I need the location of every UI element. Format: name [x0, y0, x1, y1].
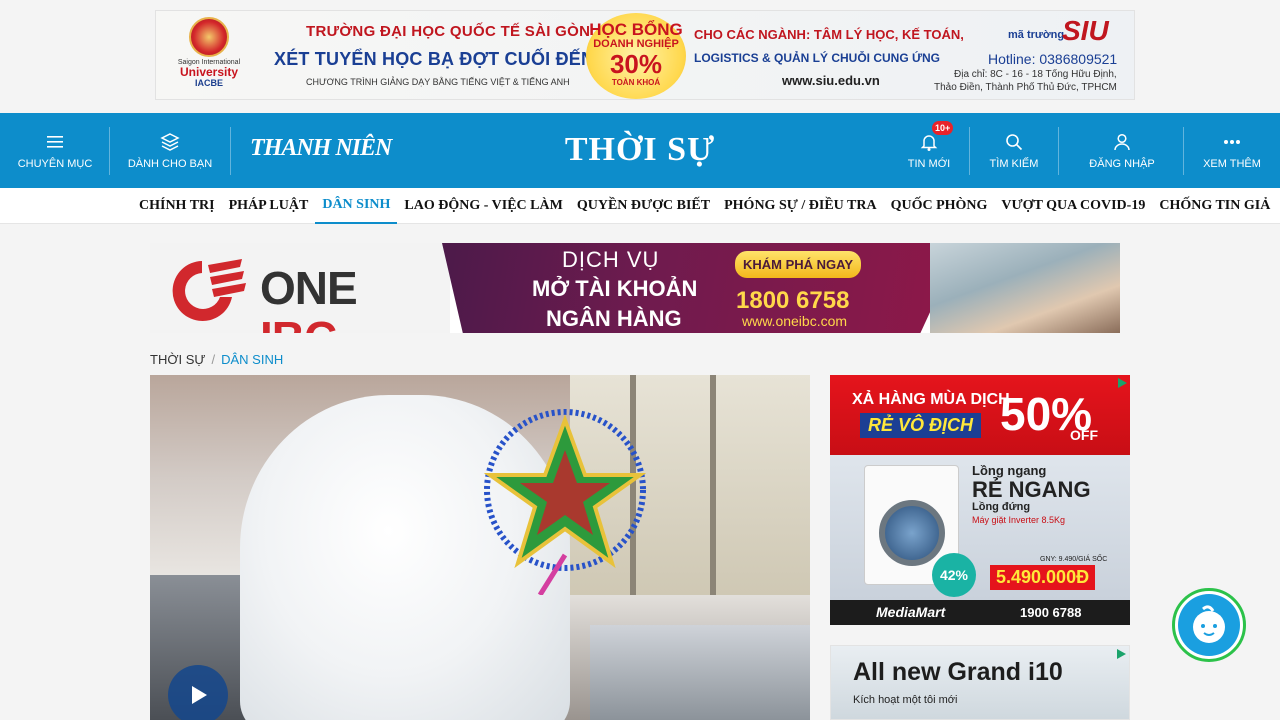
breadcrumb-current[interactable]: DÂN SINH	[221, 352, 283, 367]
photo-bed-right	[590, 625, 810, 720]
brand-ibc: IBC	[260, 312, 337, 333]
siu-logo-line3: IACBE	[194, 78, 223, 88]
scholarship-badge: HỌC BỔNG DOANH NGHIỆP 30% TOÀN KHOÁ	[586, 13, 686, 99]
ad2-line2: MỞ TÀI KHOẢN	[532, 276, 698, 301]
ra1-discount-badge: 42%	[932, 553, 976, 597]
login-button[interactable]: ĐĂNG NHẬP	[1080, 113, 1164, 188]
ad-majors-1: CHO CÁC NGÀNH: TÂM LÝ HỌC, KẾ TOÁN,	[694, 27, 964, 42]
more-dots-icon	[1224, 139, 1240, 144]
oneibc-logo-icon	[172, 259, 246, 321]
oneibc-wordmark: ONE IBC®	[260, 263, 450, 333]
adchoices-icon[interactable]	[1115, 648, 1127, 660]
scholar-line4: TOÀN KHOÁ	[611, 78, 661, 87]
chatbot-avatar	[1178, 594, 1240, 656]
registered-mark: ®	[336, 331, 345, 333]
subnav-item-covid[interactable]: VƯỢT QUA COVID-19	[994, 188, 1152, 224]
ra1-price: 5.490.000Đ	[990, 565, 1096, 590]
baby-face-icon	[1193, 605, 1225, 643]
ad2-line1: DỊCH VỤ	[562, 247, 660, 272]
ra1-line2: RẺ VÔ ĐỊCH	[860, 413, 982, 438]
ad-code: SIU	[1062, 15, 1109, 46]
mediamart-ad-footer: MediaMart 1900 6788	[830, 600, 1130, 625]
play-icon	[192, 686, 207, 704]
subnav-item-dan-sinh[interactable]: DÂN SINH	[315, 188, 398, 224]
mediamart-ad-middle: Lồng ngang RẺ NGANG Lồng đứng Máy giặt I…	[830, 455, 1130, 600]
ad-headline: TRƯỜNG ĐẠI HỌC QUỐC TẾ SÀI GÒN	[306, 23, 591, 40]
ad2-phone: 1800 6758	[736, 287, 850, 314]
news-button[interactable]: TIN MỚI 10+	[900, 113, 958, 188]
scholar-percent: 30%	[609, 49, 663, 79]
video-play-button[interactable]	[168, 665, 228, 720]
subnav-item-phap-luat[interactable]: PHÁP LUẬT	[222, 188, 316, 224]
ad-ma-truong: mã trường	[1008, 29, 1065, 41]
ad-majors-2: LOGISTICS & QUẢN LÝ CHUỖI CUNG ỨNG	[694, 51, 940, 65]
subnav-item-chinh-tri[interactable]: CHÍNH TRỊ	[132, 188, 222, 224]
ad2-photo	[930, 243, 1120, 333]
login-label: ĐĂNG NHẬP	[1089, 157, 1155, 170]
ad2-line3: NGÂN HÀNG	[546, 306, 682, 331]
breadcrumb-parent[interactable]: THỜI SỰ	[150, 352, 205, 367]
ra1-line1: XẢ HÀNG MÙA DỊCH	[852, 391, 1010, 408]
main-header: CHUYÊN MỤC DÀNH CHO BẠN THANH NIÊN THỜI …	[0, 113, 1280, 188]
ra1-off: OFF	[1070, 427, 1098, 443]
subnav-item-phong-su[interactable]: PHÓNG SỰ / ĐIỀU TRA	[717, 188, 883, 224]
ad-address-2: Thảo Điền, Thành Phố Thủ Đức, TPHCM	[934, 82, 1117, 93]
ra2-subtitle: Kích hoạt một tôi mới	[853, 694, 958, 706]
mediamart-ad-top: XẢ HÀNG MÙA DỊCH RẺ VÔ ĐỊCH 50% OFF	[830, 375, 1130, 455]
ad2-website: www.oneibc.com	[742, 313, 848, 329]
breadcrumb-separator: /	[211, 352, 216, 367]
user-icon	[1114, 133, 1130, 150]
header-divider	[969, 127, 970, 175]
search-button[interactable]: TÌM KIẾM	[982, 113, 1046, 188]
subnav-item-lao-dong[interactable]: LAO ĐỘNG - VIỆC LÀM	[397, 188, 569, 224]
top-ad-area: Saigon International University IACBE TR…	[0, 0, 1280, 113]
chatbot-button[interactable]	[1172, 588, 1246, 662]
header-divider	[1058, 127, 1059, 175]
ra2-title: All new Grand i10	[853, 658, 1063, 686]
category-subnav: CHÍNH TRỊ PHÁP LUẬT DÂN SINH LAO ĐỘNG - …	[0, 188, 1280, 224]
ad-website: www.siu.edu.vn	[782, 73, 880, 88]
news-label: TIN MỚI	[907, 157, 951, 170]
oneibc-banner-ad[interactable]: ONE IBC® DỊCH VỤ MỞ TÀI KHOẢN NGÂN HÀNG …	[150, 243, 1120, 333]
mediamart-logo: MediaMart	[876, 604, 946, 620]
ra1-product-2: RẺ NGANG	[972, 477, 1091, 502]
siu-logo: Saigon International University IACBE	[164, 17, 254, 95]
ra1-gny: GNY: 9.490/GIÁ SỐC	[1040, 556, 1108, 563]
adchoices-icon[interactable]	[1116, 377, 1128, 389]
subnav-item-quyen-duoc-biet[interactable]: QUYỀN ĐƯỢC BIẾT	[570, 188, 717, 224]
article-hero-photo[interactable]	[150, 375, 810, 720]
more-button[interactable]: XEM THÊM	[1198, 113, 1266, 188]
siu-logo-line2: University	[179, 65, 239, 79]
siu-banner-ad[interactable]: Saigon International University IACBE TR…	[155, 10, 1135, 100]
subnav-item-chong-tin-gia[interactable]: CHỐNG TIN GIẢ	[1152, 188, 1277, 224]
scholar-line1: HỌC BỔNG	[589, 20, 683, 39]
ad-program: CHƯƠNG TRÌNH GIẢNG DẠY BẰNG TIẾNG VIỆT &…	[306, 77, 570, 87]
mediamart-hotline: 1900 6788	[1020, 605, 1082, 620]
ad-hotline: Hotline: 0386809521	[988, 51, 1118, 67]
washer-door	[879, 500, 945, 566]
search-label: TÌM KIẾM	[989, 157, 1039, 170]
ad-address-1: Địa chỉ: 8C - 16 - 18 Tống Hữu Định,	[954, 69, 1117, 80]
search-icon	[1006, 133, 1023, 150]
oneibc-logo-area: ONE IBC®	[150, 243, 450, 333]
brand-one: ONE	[260, 262, 358, 314]
more-label: XEM THÊM	[1203, 157, 1261, 170]
star-lantern-icon	[483, 409, 647, 595]
subnav-item-quoc-phong[interactable]: QUỐC PHÒNG	[884, 188, 995, 224]
ra1-product-3: Lồng đứng	[972, 501, 1031, 513]
ad-subheadline: XÉT TUYỂN HỌC BẠ ĐỢT CUỐI ĐẾN 30/9	[274, 49, 636, 69]
window-bar	[710, 375, 716, 595]
ra1-product-4: Máy giặt Inverter 8.5Kg	[972, 515, 1066, 525]
subnav-list: CHÍNH TRỊ PHÁP LUẬT DÂN SINH LAO ĐỘNG - …	[132, 188, 1277, 224]
header-divider	[1183, 127, 1184, 175]
hyundai-ad[interactable]: All new Grand i10 Kích hoạt một tôi mới	[830, 645, 1130, 720]
breadcrumb: THỜI SỰ / DÂN SINH	[150, 352, 283, 367]
ad2-cta-button[interactable]: KHÁM PHÁ NGAY	[735, 251, 862, 278]
siu-emblem-icon	[189, 17, 229, 57]
news-count-badge: 10+	[932, 121, 954, 135]
ra1-product-1: Lồng ngang	[972, 463, 1047, 478]
oneibc-purple-panel	[442, 243, 962, 333]
mediamart-ad[interactable]: XẢ HÀNG MÙA DỊCH RẺ VÔ ĐỊCH 50% OFF Lồng…	[830, 375, 1130, 625]
